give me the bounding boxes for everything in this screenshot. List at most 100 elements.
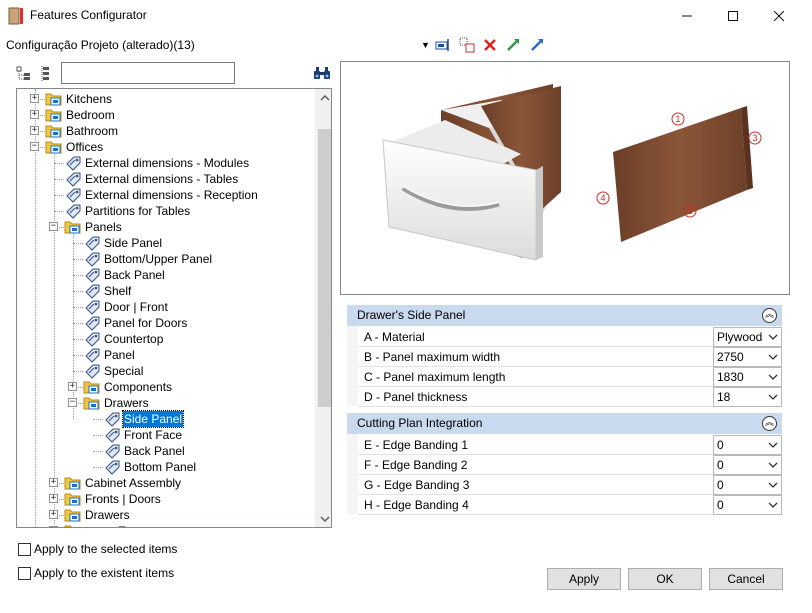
- collapse-icon[interactable]: −: [30, 142, 39, 151]
- tree-item-node[interactable]: Back Panel: [17, 443, 315, 459]
- tree-item-node[interactable]: Panel: [17, 347, 315, 363]
- apply-button[interactable]: Apply: [547, 568, 621, 590]
- chevron-down-icon: [768, 354, 778, 360]
- copy-configuration-icon[interactable]: [458, 36, 476, 54]
- expand-icon[interactable]: +: [49, 510, 58, 519]
- apply-existent-checkbox[interactable]: [18, 567, 31, 580]
- close-button[interactable]: [756, 0, 802, 32]
- features-tree[interactable]: + Kitchens + Bedroom + Bathroom − Offices Extern…: [16, 88, 332, 528]
- ok-button[interactable]: OK: [628, 568, 702, 590]
- tree-folder-node[interactable]: + Fronts | Doors: [17, 491, 315, 507]
- collapse-icon[interactable]: −: [49, 222, 58, 231]
- folder-icon: [64, 491, 82, 507]
- expand-icon[interactable]: +: [30, 110, 39, 119]
- tree-connector: [93, 467, 103, 468]
- property-row-edge-banding-2[interactable]: F - Edge Banding 2 0: [358, 455, 782, 475]
- expand-icon[interactable]: +: [49, 494, 58, 503]
- tree-item-node[interactable]: Countertop: [17, 331, 315, 347]
- tree-folder-node[interactable]: + ..........Tr: [17, 523, 315, 527]
- property-row-material[interactable]: A - Material Plywood: [358, 327, 782, 347]
- tree-item-node[interactable]: Side Panel: [17, 410, 315, 428]
- export-configuration-icon[interactable]: [528, 36, 546, 54]
- tree-scrollbar[interactable]: [315, 89, 331, 527]
- scroll-thumb[interactable]: [318, 129, 331, 407]
- tree-item-node[interactable]: Front Face: [17, 427, 315, 443]
- scroll-up-button[interactable]: [316, 89, 331, 106]
- tree-folder-node[interactable]: − Panels: [17, 219, 315, 235]
- apply-selected-checkbox[interactable]: [18, 543, 31, 556]
- search-input[interactable]: [61, 62, 235, 84]
- rename-configuration-icon[interactable]: [434, 36, 452, 54]
- edge-banding-3-select[interactable]: 0: [713, 475, 782, 495]
- tree-item-node[interactable]: Back Panel: [17, 267, 315, 283]
- configuration-dropdown-icon[interactable]: ▼: [421, 40, 430, 50]
- tree-item-node[interactable]: Partitions for Tables: [17, 203, 315, 219]
- expand-icon[interactable]: +: [49, 526, 58, 527]
- folder-icon: [64, 507, 82, 523]
- expand-icon[interactable]: +: [68, 382, 77, 391]
- collapse-chevron-icon[interactable]: ︽: [762, 308, 777, 323]
- section-cutting-plan-integration[interactable]: Cutting Plan Integration ︽: [347, 413, 782, 434]
- tree-item-node[interactable]: Shelf: [17, 283, 315, 299]
- property-row-edge-banding-3[interactable]: G - Edge Banding 3 0: [358, 475, 782, 495]
- expand-icon[interactable]: +: [30, 126, 39, 135]
- thickness-select[interactable]: 18: [713, 387, 782, 407]
- property-row-edge-banding-1[interactable]: E - Edge Banding 1 0: [358, 435, 782, 455]
- tag-icon: [83, 347, 101, 363]
- import-configuration-icon[interactable]: [504, 36, 522, 54]
- collapse-chevron-icon[interactable]: ︽: [762, 416, 777, 431]
- edge-banding-4-select[interactable]: 0: [713, 495, 782, 515]
- property-value: 1830: [717, 370, 744, 384]
- max-length-select[interactable]: 1830: [713, 367, 782, 387]
- tree-folder-node[interactable]: + Bathroom: [17, 123, 315, 139]
- edge-banding-1-select[interactable]: 0: [713, 435, 782, 455]
- property-row-max-width[interactable]: B - Panel maximum width 2750: [358, 347, 782, 367]
- binoculars-search-icon[interactable]: [313, 66, 331, 80]
- expand-all-icon[interactable]: [16, 66, 32, 82]
- property-name: G - Edge Banding 3: [364, 478, 470, 492]
- material-select[interactable]: Plywood: [713, 327, 782, 347]
- marker-3-label: 3: [752, 133, 757, 143]
- maximize-button[interactable]: [710, 0, 756, 32]
- delete-configuration-icon[interactable]: [481, 36, 499, 54]
- collapse-icon[interactable]: −: [68, 398, 77, 407]
- property-row-max-length[interactable]: C - Panel maximum length 1830: [358, 367, 782, 387]
- minimize-button[interactable]: [664, 0, 710, 32]
- tree-connector: [93, 435, 103, 436]
- tree-folder-node[interactable]: + Bedroom: [17, 107, 315, 123]
- tree-folder-node[interactable]: − Offices: [17, 139, 315, 155]
- tree-item-node[interactable]: Special: [17, 363, 315, 379]
- tree-folder-node[interactable]: + Drawers: [17, 507, 315, 523]
- property-name: A - Material: [364, 330, 425, 344]
- tree-item-node[interactable]: Bottom/Upper Panel: [17, 251, 315, 267]
- scroll-down-button[interactable]: [316, 510, 331, 527]
- property-row-thickness[interactable]: D - Panel thickness 18: [358, 387, 782, 407]
- tree-item-node[interactable]: Door | Front: [17, 299, 315, 315]
- expand-icon[interactable]: +: [49, 478, 58, 487]
- tree-folder-node[interactable]: + Cabinet Assembly: [17, 475, 315, 491]
- property-value: 0: [717, 478, 724, 492]
- folder-icon: [64, 219, 82, 235]
- tree-folder-node[interactable]: − Drawers: [17, 395, 315, 411]
- tree-node-label: Countertop: [104, 332, 164, 346]
- cancel-button[interactable]: Cancel: [709, 568, 783, 590]
- tree-connector: [54, 195, 64, 196]
- tree-item-node[interactable]: External dimensions - Modules: [17, 155, 315, 171]
- collapse-all-icon[interactable]: [40, 66, 54, 82]
- tree-folder-node[interactable]: + Components: [17, 379, 315, 395]
- property-value: 2750: [717, 350, 744, 364]
- chevron-down-icon: [768, 374, 778, 380]
- property-row-edge-banding-4[interactable]: H - Edge Banding 4 0: [358, 495, 782, 515]
- chevron-down-icon: [768, 482, 778, 488]
- tree-item-node[interactable]: External dimensions - Reception: [17, 187, 315, 203]
- tree-item-node[interactable]: Panel for Doors: [17, 315, 315, 331]
- section-title: Cutting Plan Integration: [357, 416, 483, 430]
- section-drawers-side-panel[interactable]: Drawer's Side Panel ︽: [347, 305, 782, 326]
- tree-item-node[interactable]: External dimensions - Tables: [17, 171, 315, 187]
- tree-item-node[interactable]: Bottom Panel: [17, 459, 315, 475]
- tree-item-node[interactable]: Side Panel: [17, 235, 315, 251]
- edge-banding-2-select[interactable]: 0: [713, 455, 782, 475]
- expand-icon[interactable]: +: [30, 94, 39, 103]
- max-width-select[interactable]: 2750: [713, 347, 782, 367]
- tree-folder-node[interactable]: + Kitchens: [17, 91, 315, 107]
